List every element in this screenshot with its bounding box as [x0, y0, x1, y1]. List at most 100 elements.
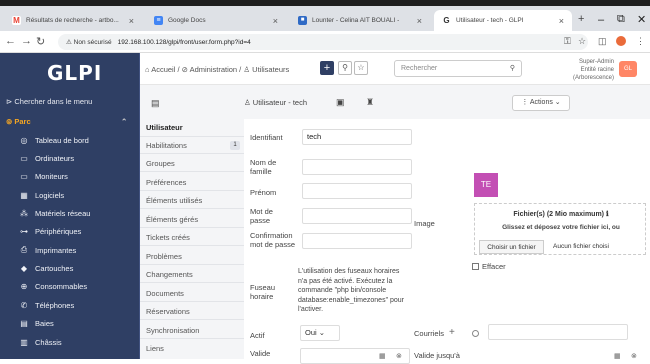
tab-reservations[interactable]: Réservations [146, 307, 190, 316]
sidebar-item-materiels-reseau[interactable]: ⁂ Matériels réseau [18, 209, 90, 218]
identifiant-field[interactable]: tech [302, 129, 412, 145]
file-upload-zone[interactable]: Fichier(s) (2 Mio maximum) ℹ Glissez et … [474, 203, 646, 255]
valide-depuis-field[interactable] [300, 348, 410, 364]
identifiant-label: Identifiant [250, 133, 283, 142]
tab-elements-utilises[interactable]: Éléments utilisés [146, 196, 202, 205]
habilitations-count-badge: 1 [230, 141, 240, 150]
prenom-field[interactable] [302, 183, 412, 199]
actions-button[interactable]: ⋮ Actions ⌄ [512, 95, 570, 111]
tab-label: Google Docs [168, 17, 206, 24]
not-secure-label[interactable]: ⚠ Non sécurisé [66, 38, 112, 46]
browser-tab-lounter[interactable]: ■ Lounter - Celina AIT BOUALI - × [290, 10, 430, 31]
tab-utilisateur[interactable]: Utilisateur [146, 123, 183, 132]
teams-icon: ■ [298, 16, 307, 25]
printer-icon: ⎙ [20, 245, 28, 254]
breadcrumb[interactable]: ⌂ Accueil / ⊘ Administration / ♙ Utilisa… [145, 65, 289, 74]
url-field[interactable]: ⚠ Non sécurisé 192.168.100.128/glpi/fron… [58, 34, 588, 50]
browser-tab-docs[interactable]: ≡ Google Docs × [146, 10, 286, 31]
upload-title: Fichier(s) (2 Mio maximum) ℹ [513, 211, 609, 218]
bookmark-button[interactable]: ☆ [354, 61, 368, 75]
fuseau-label: Fuseau horaire [250, 283, 276, 301]
sidebar-search[interactable]: ⊳ Chercher dans le menu [6, 97, 92, 106]
software-icon: ▦ [20, 191, 28, 200]
upload-hint: Glissez et déposez votre fichier ici, ou [502, 224, 620, 231]
confirmation-label: Confirmation mot de passe [250, 231, 296, 249]
close-icon[interactable]: × [559, 16, 564, 26]
sidebar: GLPI ⊳ Chercher dans le menu ⊚ Parc ⌃ ◎ Ta… [0, 53, 140, 359]
sidebar-item-chassis[interactable]: ▥ Châssis [18, 338, 61, 347]
mot-de-passe-label: Mot de passe [250, 207, 273, 225]
computer-icon: ▭ [20, 154, 28, 163]
tab-documents[interactable]: Documents [146, 289, 184, 298]
sidebar-item-consommables[interactable]: ⊕ Consommables [18, 282, 87, 291]
tab-synchronisation[interactable]: Synchronisation [146, 326, 199, 335]
global-search-input[interactable]: Rechercher ⚲ [394, 60, 522, 77]
docs-icon: ≡ [154, 16, 163, 25]
password-field[interactable] [302, 208, 412, 224]
glpi-logo[interactable]: GLPI [47, 61, 102, 85]
actif-label: Actif [250, 331, 265, 340]
search-list-button[interactable]: ⚲ [338, 61, 352, 75]
id-card-icon[interactable]: ▣ [336, 97, 345, 108]
list-icon[interactable]: ▤ [151, 98, 160, 109]
sidebar-item-ordinateurs[interactable]: ▭ Ordinateurs [18, 154, 74, 163]
sidebar-item-logiciels[interactable]: ▦ Logiciels [18, 191, 64, 200]
tab-label: Résultats de recherche - artbo... [26, 17, 119, 24]
consumable-icon: ⊕ [20, 282, 28, 291]
email-field[interactable] [488, 324, 628, 340]
nom-field[interactable] [302, 159, 412, 175]
prenom-label: Prénom [250, 188, 277, 197]
tab-preferences[interactable]: Préférences [146, 178, 186, 187]
new-tab-icon[interactable]: + [578, 13, 584, 25]
avatar[interactable]: GL [619, 61, 637, 77]
password-key-icon[interactable]: ⚿ [564, 36, 571, 47]
minimize-icon[interactable]: – [598, 14, 604, 26]
maximize-icon[interactable]: ⧉ [617, 13, 625, 26]
sidebar-section-parc[interactable]: ⊚ Parc ⌃ [6, 117, 127, 126]
tab-liens[interactable]: Liens [146, 344, 164, 353]
reload-icon[interactable]: ↻ [36, 35, 45, 48]
tab-tickets-crees[interactable]: Tickets créés [146, 233, 190, 242]
sidebar-item-imprimantes[interactable]: ⎙ Imprimantes [18, 245, 76, 255]
tab-groupes[interactable]: Groupes [146, 159, 175, 168]
vertical-tabs: Utilisateur Habilitations 1 Groupes Préf… [140, 119, 244, 359]
close-window-icon[interactable]: ✕ [637, 13, 646, 26]
sidebar-item-moniteurs[interactable]: ▭ Moniteurs [18, 172, 68, 181]
browser-tab-utilisateur[interactable]: G Utilisateur - tech - GLPI × [434, 10, 572, 31]
profile-icon[interactable] [616, 36, 626, 46]
close-icon[interactable]: × [129, 16, 134, 26]
gmail-icon: M [12, 16, 21, 25]
sidebar-item-tableau-de-bord[interactable]: ◎ Tableau de bord [18, 136, 89, 145]
default-email-radio[interactable] [472, 330, 479, 337]
forward-icon[interactable]: → [21, 35, 32, 47]
sidebar-item-baies[interactable]: ▤ Baies [18, 319, 54, 328]
tab-problemes[interactable]: Problèmes [146, 252, 182, 261]
sidebar-item-telephones[interactable]: ✆ Téléphones [18, 301, 75, 310]
tab-label: Lounter - Celina AIT BOUALI - [312, 17, 400, 24]
choose-file-button[interactable]: Choisir un fichier [479, 240, 544, 254]
user-secret-icon[interactable]: ♜ [366, 97, 374, 108]
back-icon[interactable]: ← [5, 35, 16, 47]
password-confirm-field[interactable] [302, 233, 412, 249]
add-email-icon[interactable]: + [449, 327, 455, 338]
cartridge-icon: ◆ [20, 264, 28, 273]
add-button[interactable]: + [320, 61, 334, 75]
tab-changements[interactable]: Changements [146, 270, 193, 279]
extensions-icon[interactable]: ◫ [598, 36, 607, 47]
close-icon[interactable]: × [417, 16, 422, 26]
monitor-icon: ▭ [20, 172, 28, 181]
sidebar-item-cartouches[interactable]: ◆ Cartouches [18, 264, 73, 273]
sidebar-item-peripheriques[interactable]: ⊶ Périphériques [18, 227, 81, 236]
menu-icon[interactable]: ⋮ [636, 36, 645, 47]
network-icon: ⁂ [20, 209, 28, 218]
bookmark-star-icon[interactable]: ☆ [578, 36, 586, 47]
tab-habilitations[interactable]: Habilitations [146, 141, 187, 150]
card-title: ♙ Utilisateur - tech [244, 98, 307, 107]
browser-tab-gmail[interactable]: M Résultats de recherche - artbo... × [4, 10, 142, 31]
tab-elements-geres[interactable]: Éléments gérés [146, 215, 198, 224]
actif-select[interactable]: Oui ⌄ [300, 325, 340, 341]
effacer-label: Effacer [482, 262, 506, 271]
effacer-checkbox[interactable] [472, 263, 479, 270]
user-entity-info[interactable]: Super-Admin Entité racine (Arborescence) [539, 58, 614, 82]
close-icon[interactable]: × [273, 16, 278, 26]
